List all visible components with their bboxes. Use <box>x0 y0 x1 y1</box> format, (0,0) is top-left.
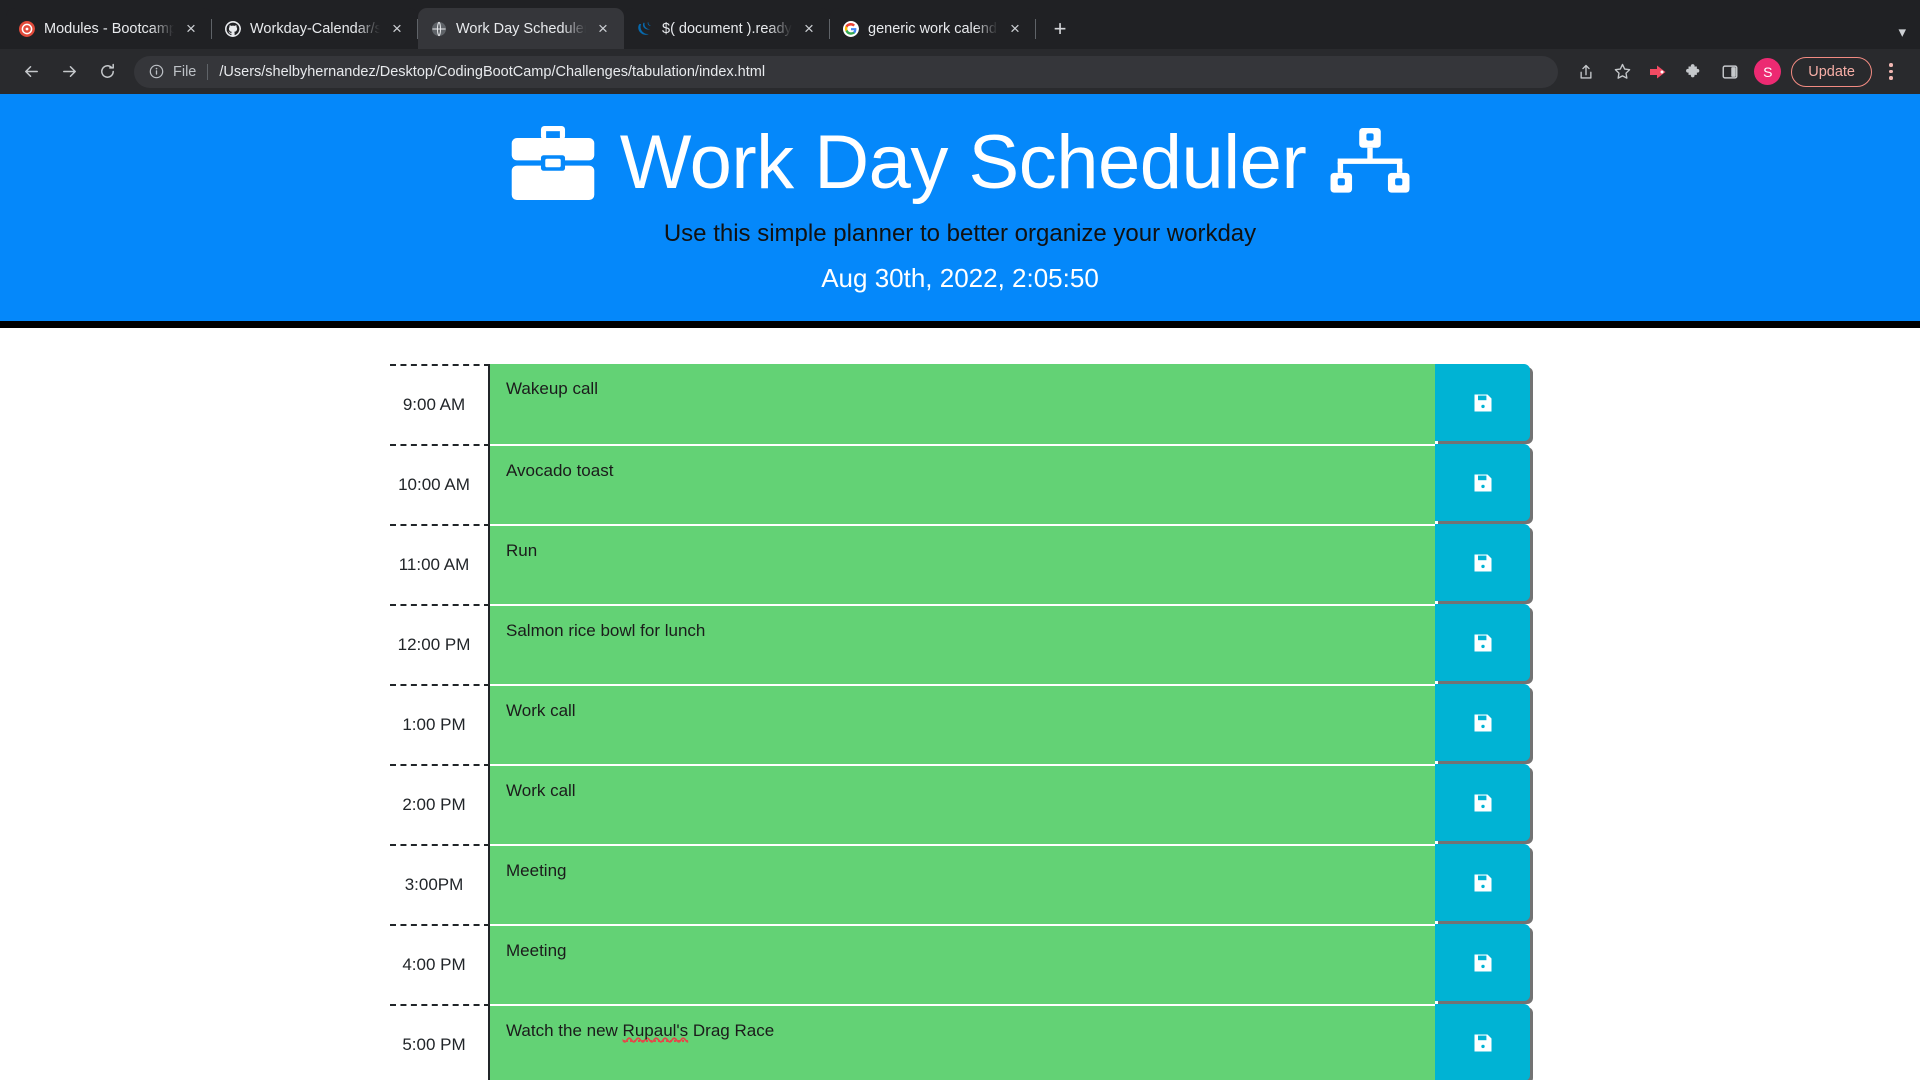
event-textarea[interactable]: Work call <box>490 684 1435 764</box>
header-divider <box>0 321 1920 328</box>
save-button[interactable] <box>1435 604 1530 681</box>
tab-close-icon[interactable]: × <box>180 18 202 40</box>
browser-tab-title: Work Day Scheduler <box>456 20 586 37</box>
event-textarea[interactable]: Run <box>490 524 1435 604</box>
forward-arrow-icon[interactable] <box>52 55 86 89</box>
current-day-display: Aug 30th, 2022, 2:05:50 <box>821 263 1099 294</box>
floppy-disk-save-icon <box>1471 391 1495 415</box>
floppy-disk-save-icon <box>1471 631 1495 655</box>
hour-label: 5:00 PM <box>390 1004 490 1080</box>
red-arrow-extension-icon[interactable] <box>1642 56 1674 88</box>
time-block: 5:00 PM Watch the new Rupaul's Drag Race <box>390 1004 1530 1080</box>
time-block: 3:00PM Meeting <box>390 844 1530 924</box>
misspelled-word: Rupaul's <box>622 1021 689 1042</box>
kebab-menu-icon[interactable] <box>1876 55 1906 89</box>
browser-toolbar: File /Users/shelbyhernandez/Desktop/Codi… <box>0 49 1920 94</box>
tab-close-icon[interactable]: × <box>1004 18 1026 40</box>
save-button[interactable] <box>1435 844 1530 921</box>
floppy-disk-save-icon <box>1471 951 1495 975</box>
tab-close-icon[interactable]: × <box>592 18 614 40</box>
sitemap-icon <box>1330 128 1410 198</box>
puzzle-piece-icon[interactable] <box>1678 56 1710 88</box>
star-icon[interactable] <box>1606 56 1638 88</box>
time-block: 1:00 PM Work call <box>390 684 1530 764</box>
browser-tab-title: Workday-Calendar/script.js at m <box>250 20 380 37</box>
info-circle-icon[interactable] <box>148 63 165 80</box>
time-block: 10:00 AM Avocado toast <box>390 444 1530 524</box>
globe-icon <box>430 20 447 37</box>
side-panel-icon[interactable] <box>1714 56 1746 88</box>
new-tab-button[interactable]: + <box>1044 13 1076 45</box>
event-textarea[interactable]: Wakeup call <box>490 364 1435 444</box>
share-icon[interactable] <box>1570 56 1602 88</box>
browser-tab-4[interactable]: generic work calendar - Google × <box>830 8 1036 49</box>
event-textarea[interactable]: Watch the new Rupaul's Drag Race <box>490 1004 1435 1080</box>
tab-strip: Modules - Bootcamp: UTA-VIR × Workday-Ca… <box>0 0 1920 49</box>
hour-label: 4:00 PM <box>390 924 490 1004</box>
browser-chrome: Modules - Bootcamp: UTA-VIR × Workday-Ca… <box>0 0 1920 94</box>
save-button[interactable] <box>1435 524 1530 601</box>
browser-tab-title: $( document ).ready() | jQuery <box>662 20 792 37</box>
time-block: 2:00 PM Work call <box>390 764 1530 844</box>
hour-label: 10:00 AM <box>390 444 490 524</box>
back-arrow-icon[interactable] <box>14 55 48 89</box>
browser-tab-2[interactable]: Work Day Scheduler × <box>418 8 624 49</box>
hour-label: 1:00 PM <box>390 684 490 764</box>
save-button[interactable] <box>1435 1004 1530 1080</box>
reload-icon[interactable] <box>90 55 124 89</box>
hour-label: 3:00PM <box>390 844 490 924</box>
omnibox-divider <box>207 63 209 80</box>
tab-strip-right-controls: ▾ <box>1898 23 1920 49</box>
briefcase-icon <box>510 126 596 201</box>
save-button[interactable] <box>1435 684 1530 761</box>
browser-tab-1[interactable]: Workday-Calendar/script.js at m × <box>212 8 418 49</box>
page-jumbotron: Work Day Scheduler Use this simple plann… <box>0 94 1920 321</box>
github-icon <box>224 20 241 37</box>
browser-tab-3[interactable]: $( document ).ready() | jQuery × <box>624 8 830 49</box>
event-textarea[interactable]: Meeting <box>490 924 1435 1004</box>
floppy-disk-save-icon <box>1471 711 1495 735</box>
browser-tab-0[interactable]: Modules - Bootcamp: UTA-VIR × <box>6 8 212 49</box>
time-block: 11:00 AM Run <box>390 524 1530 604</box>
tab-close-icon[interactable]: × <box>798 18 820 40</box>
update-button[interactable]: Update <box>1791 56 1872 87</box>
floppy-disk-save-icon <box>1471 471 1495 495</box>
event-textarea[interactable]: Work call <box>490 764 1435 844</box>
page-subtitle: Use this simple planner to better organi… <box>663 220 1257 248</box>
time-block: 12:00 PM Salmon rice bowl for lunch <box>390 604 1530 684</box>
browser-tab-title: Modules - Bootcamp: UTA-VIR <box>44 20 174 37</box>
floppy-disk-save-icon <box>1471 791 1495 815</box>
page-title-text: Work Day Scheduler <box>619 120 1307 205</box>
scheduler-container: 9:00 AM Wakeup call 10:00 AM Avocado toast 1… <box>390 328 1530 1080</box>
time-block: 9:00 AM Wakeup call <box>390 364 1530 444</box>
google-icon <box>842 20 859 37</box>
hour-label: 2:00 PM <box>390 764 490 844</box>
floppy-disk-save-icon <box>1471 1031 1495 1055</box>
save-button[interactable] <box>1435 364 1530 441</box>
url-scheme-label: File <box>173 63 197 80</box>
event-textarea[interactable]: Salmon rice bowl for lunch <box>490 604 1435 684</box>
chevron-down-icon[interactable]: ▾ <box>1898 23 1906 41</box>
page-title: Work Day Scheduler <box>0 120 1920 205</box>
event-textarea[interactable]: Avocado toast <box>490 444 1435 524</box>
save-button[interactable] <box>1435 444 1530 521</box>
save-button[interactable] <box>1435 764 1530 841</box>
address-bar[interactable]: File /Users/shelbyhernandez/Desktop/Codi… <box>134 55 1559 88</box>
time-block: 4:00 PM Meeting <box>390 924 1530 1004</box>
hour-label: 9:00 AM <box>390 364 490 444</box>
hour-label: 11:00 AM <box>390 524 490 604</box>
browser-tab-title: generic work calendar - Google <box>868 20 998 37</box>
jquery-icon <box>636 20 653 37</box>
url-text: /Users/shelbyhernandez/Desktop/CodingBoo… <box>219 63 766 80</box>
floppy-disk-save-icon <box>1471 551 1495 575</box>
avatar[interactable]: S <box>1754 58 1782 85</box>
save-button[interactable] <box>1435 924 1530 1001</box>
hour-label: 12:00 PM <box>390 604 490 684</box>
event-textarea[interactable]: Meeting <box>490 844 1435 924</box>
tab-close-icon[interactable]: × <box>386 18 408 40</box>
canvas-icon <box>18 20 35 37</box>
floppy-disk-save-icon <box>1471 871 1495 895</box>
